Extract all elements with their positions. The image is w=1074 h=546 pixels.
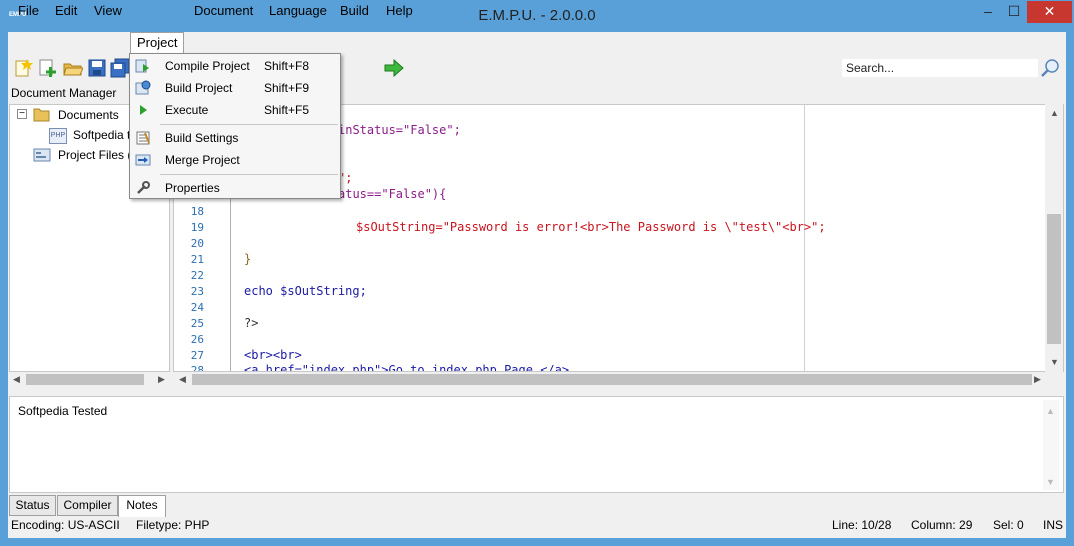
php-file-icon: PHP [49,128,67,144]
open-folder-icon[interactable] [63,58,84,78]
line-number: 19 [190,221,204,234]
scroll-right-icon[interactable]: ▶ [158,374,165,385]
editor-vscroll-thumb[interactable] [1047,214,1061,344]
menu-language[interactable]: Language [269,3,327,21]
menu-document[interactable]: Document [194,3,253,21]
tab-status[interactable]: Status [9,495,56,516]
code-line: $sOutString="Password is error!<br>The P… [356,220,826,234]
scroll-up-icon[interactable]: ▲ [1050,108,1059,118]
notes-text[interactable]: Softpedia Tested [18,404,107,418]
menu-edit[interactable]: Edit [55,3,77,21]
scroll-down-icon[interactable]: ▼ [1050,357,1059,367]
search-icon[interactable] [1040,58,1060,78]
status-insert-mode: INS [1043,518,1064,532]
menu-file[interactable]: File [18,3,39,21]
compile-icon [135,58,151,74]
close-button[interactable]: ✕ [1027,1,1072,23]
merge-icon [135,152,151,168]
code-line: inStatus="False"; [338,123,461,137]
code-line: <br><br> [244,348,302,362]
menu-item-merge-project[interactable]: Merge Project [130,149,340,171]
code-line: atus=="False"){ [338,187,447,201]
go-arrow-icon[interactable] [384,58,404,78]
menu-item-properties[interactable]: Properties [130,177,340,199]
notes-panel[interactable] [9,396,1064,493]
menu-item-label: Execute [165,103,209,117]
save-icon[interactable] [87,58,107,78]
menu-help[interactable]: Help [386,3,413,21]
menu-item-execute[interactable]: Execute Shift+F5 [130,99,340,121]
tree-item-documents[interactable]: Documents [58,108,119,122]
project-menu-dropdown: Compile Project Shift+F8 Build Project S… [129,53,341,199]
menu-project[interactable]: Project [130,32,185,54]
search-input[interactable]: Search... [842,59,1038,77]
add-file-icon[interactable] [38,58,58,78]
menu-item-build-settings[interactable]: Build Settings [130,127,340,149]
tab-notes[interactable]: Notes [118,495,166,517]
save-all-icon[interactable] [110,58,130,78]
code-line: ?> [244,316,259,330]
tab-compiler[interactable]: Compiler [57,495,118,516]
line-number: 20 [190,237,204,250]
line-number: 22 [190,269,204,282]
menu-separator [160,174,338,175]
line-number: 23 [190,285,204,298]
status-selection: Sel: 0 [993,518,1024,532]
scroll-left-icon[interactable]: ◀ [13,374,20,385]
folder-icon [33,106,51,123]
menu-item-label: Merge Project [165,153,240,167]
scroll-down-icon[interactable]: ▼ [1046,477,1055,487]
menu-build[interactable]: Build [340,3,369,21]
title-bar[interactable]: EMPU E.M.P.U. - 2.0.0.0 – ☐ ✕ [0,0,1074,32]
window-title: E.M.P.U. - 2.0.0.0 [478,7,596,24]
menu-item-shortcut: Shift+F9 [264,81,310,95]
menu-item-build-project[interactable]: Build Project Shift+F9 [130,77,340,99]
line-number: 25 [190,317,204,330]
editor-hscroll-thumb[interactable] [192,374,1032,385]
line-number: 18 [190,205,204,218]
menu-item-shortcut: Shift+F5 [264,103,310,117]
right-margin-guide [804,105,805,371]
line-number: 21 [190,253,204,266]
tree-scroll-thumb[interactable] [26,374,144,385]
menu-view[interactable]: View [94,3,122,21]
status-line: Line: 10/28 [832,518,892,532]
menu-item-label: Build Settings [165,131,239,145]
scroll-right-icon[interactable]: ▶ [1034,374,1041,385]
document-manager-title: Document Manager [11,86,117,100]
menu-separator [160,124,338,125]
code-line: <a href="index.php">Go to index.php Page… [244,363,570,372]
status-encoding: Encoding: US-ASCII [11,518,120,532]
wrench-icon [135,180,151,196]
build-icon [135,80,151,96]
menu-item-label: Properties [165,181,220,195]
new-file-icon[interactable] [13,58,33,78]
menu-item-shortcut: Shift+F8 [264,59,310,73]
code-line: } [244,252,252,266]
menu-item-compile-project[interactable]: Compile Project Shift+F8 [130,55,340,77]
line-number: 27 [190,349,204,362]
menu-item-label: Compile Project [165,59,250,73]
line-number: 28 [190,364,204,372]
line-number: 26 [190,333,204,346]
line-number: 24 [190,301,204,314]
tree-collapse-toggle[interactable]: − [17,109,27,119]
project-files-icon [33,147,51,163]
settings-icon [135,130,151,146]
minimize-button[interactable]: – [975,1,1001,23]
code-line: echo $sOutString; [244,284,367,298]
status-column: Column: 29 [911,518,973,532]
scroll-left-icon[interactable]: ◀ [179,374,186,385]
play-icon [135,102,151,118]
menu-item-label: Build Project [165,81,233,95]
maximize-button[interactable]: ☐ [1001,1,1027,23]
status-filetype: Filetype: PHP [136,518,210,532]
scroll-up-icon[interactable]: ▲ [1046,406,1055,416]
